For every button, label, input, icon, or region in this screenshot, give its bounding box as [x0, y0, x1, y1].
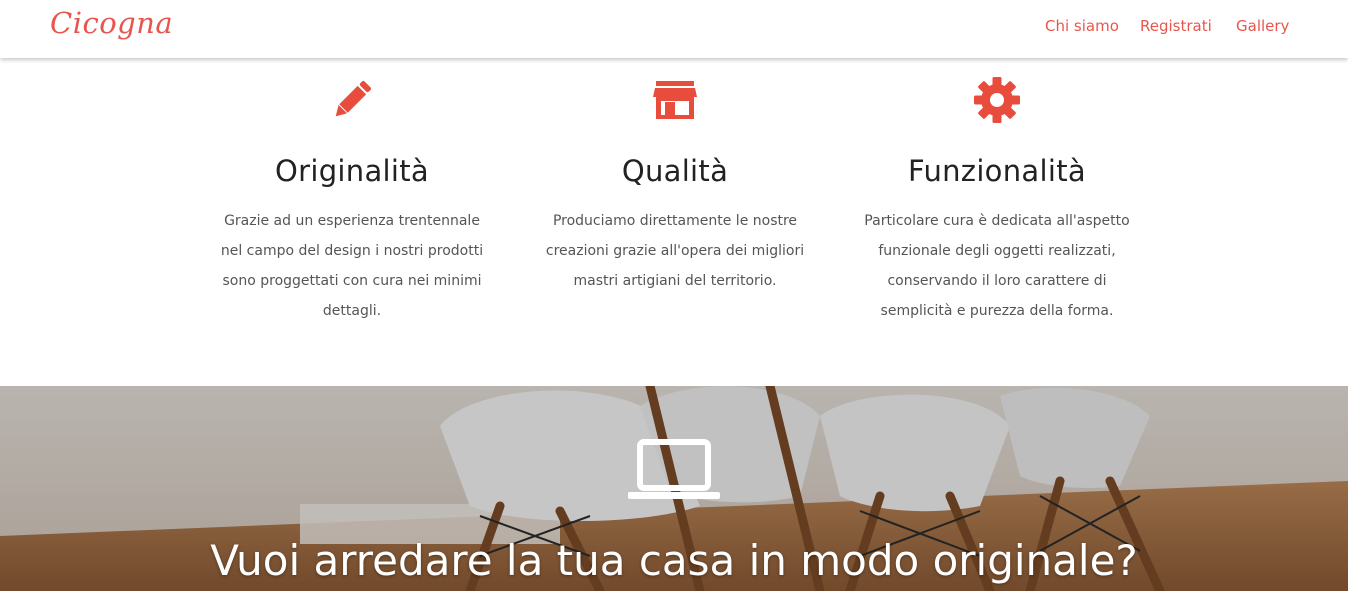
- nav-link-gallery[interactable]: Gallery: [1236, 17, 1289, 35]
- feature-title: Originalità: [275, 154, 429, 188]
- feature-title: Qualità: [621, 154, 729, 188]
- features-section: Originalità Grazie ad un esperienza tren…: [0, 58, 1348, 386]
- hero-banner: Vuoi arredare la tua casa in modo origin…: [0, 386, 1348, 591]
- pencil-icon: [335, 81, 371, 117]
- nav-link-registrati[interactable]: Registrati: [1140, 17, 1212, 35]
- hero-heading: Vuoi arredare la tua casa in modo origin…: [210, 536, 1138, 585]
- brand-logo[interactable]: Cicogna: [50, 6, 173, 40]
- feature-title: Funzionalità: [908, 154, 1086, 188]
- feature-description: Produciamo direttamente le nostre creazi…: [545, 213, 805, 289]
- feature-description: Particolare cura è dedicata all'aspetto …: [864, 213, 1130, 319]
- gear-icon: [974, 77, 1020, 123]
- nav-link-chi-siamo[interactable]: Chi siamo: [1045, 17, 1119, 35]
- laptop-icon: [628, 439, 720, 499]
- feature-description: Grazie ad un esperienza trentennale nel …: [220, 213, 484, 319]
- store-icon: [653, 81, 697, 119]
- navbar: Cicogna Chi siamo Registrati Gallery: [0, 0, 1348, 58]
